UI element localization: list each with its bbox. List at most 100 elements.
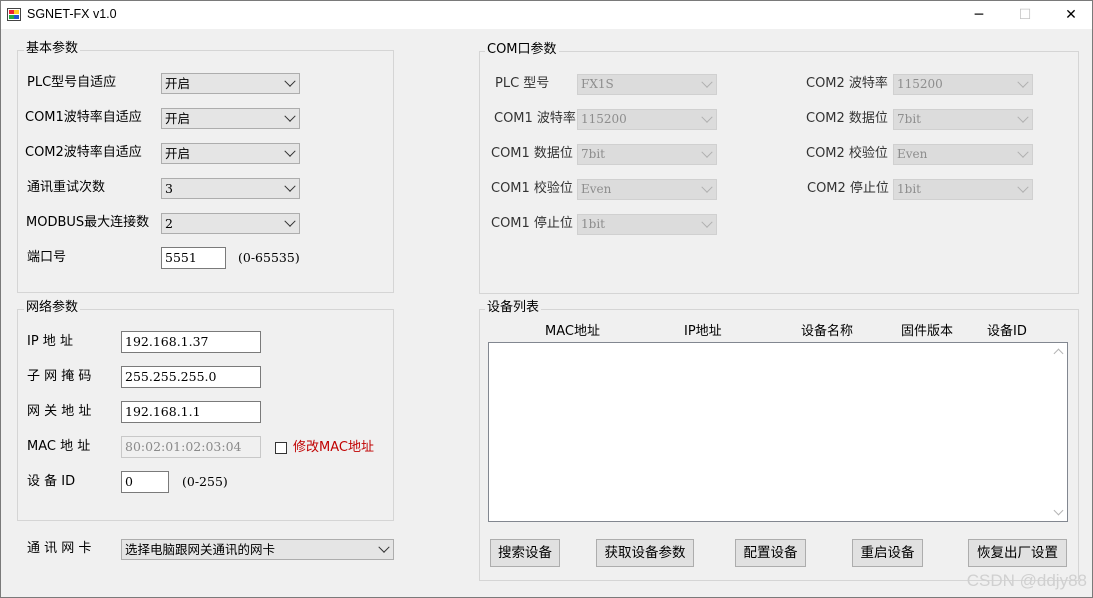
col-header-ip[interactable]: IP地址 <box>684 320 722 339</box>
chevron-down-icon <box>378 541 390 553</box>
retry-value: 3 <box>165 181 173 196</box>
col-header-firmware[interactable]: 固件版本 <box>901 320 953 339</box>
port-range: (0-65535) <box>238 250 300 265</box>
chevron-down-icon <box>284 180 296 192</box>
modbus-value: 2 <box>165 216 173 231</box>
modbus-select[interactable]: 2 <box>161 213 300 234</box>
get-device-params-button[interactable]: 获取设备参数 <box>596 539 694 567</box>
col-header-device-id[interactable]: 设备ID <box>987 320 1027 339</box>
close-icon: ✕ <box>1065 7 1077 23</box>
modify-mac-checkbox[interactable] <box>275 442 287 454</box>
gateway-label: 网 关 地 址 <box>27 404 92 419</box>
com1-parity-label: COM1 校验位 <box>491 181 573 196</box>
minimize-button[interactable]: ─ <box>956 1 1002 29</box>
plc-adapt-select[interactable]: 开启 <box>161 73 300 94</box>
com1-data-value: 7bit <box>581 147 605 161</box>
col-header-mac[interactable]: MAC地址 <box>545 320 600 339</box>
restart-device-button[interactable]: 重启设备 <box>852 539 923 567</box>
device-list[interactable] <box>488 342 1068 522</box>
chevron-down-icon <box>284 215 296 227</box>
chevron-down-icon <box>284 145 296 157</box>
network-params-title: 网络参数 <box>24 300 81 316</box>
chevron-down-icon <box>1017 111 1029 123</box>
minimize-icon: ─ <box>974 7 984 23</box>
chevron-down-icon <box>701 111 713 123</box>
com2-data-label: COM2 数据位 <box>806 111 888 126</box>
chevron-down-icon <box>284 110 296 122</box>
plc-type-value: FX1S <box>581 77 614 91</box>
basic-params-title: 基本参数 <box>24 41 81 57</box>
chevron-down-icon <box>701 76 713 88</box>
main-window: SGNET-FX v1.0 ─ ☐ ✕ 基本参数 PLC型号自适应 开启 COM… <box>0 0 1093 598</box>
plc-type-label: PLC 型号 <box>495 76 550 91</box>
window-title: SGNET-FX v1.0 <box>27 7 117 21</box>
configure-device-button[interactable]: 配置设备 <box>735 539 806 567</box>
search-devices-button[interactable]: 搜索设备 <box>490 539 560 567</box>
plc-type-select: FX1S <box>577 74 717 95</box>
col-header-name[interactable]: 设备名称 <box>801 320 853 339</box>
mask-input[interactable]: 255.255.255.0 <box>121 366 261 388</box>
vertical-scrollbar[interactable] <box>1050 343 1067 521</box>
device-id-label: 设 备 ID <box>27 474 76 489</box>
com1-stop-select: 1bit <box>577 214 717 235</box>
com2-adapt-select[interactable]: 开启 <box>161 143 300 164</box>
chevron-down-icon <box>701 216 713 228</box>
com1-baud-select: 115200 <box>577 109 717 130</box>
com1-adapt-label: COM1波特率自适应 <box>25 110 142 125</box>
com1-stop-value: 1bit <box>581 217 605 231</box>
nic-label: 通 讯 网 卡 <box>27 541 92 556</box>
com2-parity-label: COM2 校验位 <box>806 146 888 161</box>
com2-adapt-value: 开启 <box>165 146 191 161</box>
com2-baud-select: 115200 <box>893 74 1033 95</box>
scroll-up-icon[interactable] <box>1053 348 1064 359</box>
factory-reset-button[interactable]: 恢复出厂设置 <box>968 539 1067 567</box>
mac-input: 80:02:01:02:03:04 <box>121 436 261 458</box>
com1-parity-select: Even <box>577 179 717 200</box>
plc-adapt-label: PLC型号自适应 <box>27 75 117 90</box>
maximize-button: ☐ <box>1002 1 1048 29</box>
retry-label: 通讯重试次数 <box>27 180 106 195</box>
com1-stop-label: COM1 停止位 <box>491 216 573 231</box>
port-input[interactable]: 5551 <box>161 247 226 269</box>
modbus-label: MODBUS最大连接数 <box>26 215 150 230</box>
mask-label: 子 网 掩 码 <box>27 369 92 384</box>
watermark: CSDN @ddjy88 <box>966 571 1087 590</box>
com1-baud-label: COM1 波特率 <box>494 111 576 126</box>
com2-data-value: 7bit <box>897 112 921 126</box>
com1-data-select: 7bit <box>577 144 717 165</box>
com2-adapt-label: COM2波特率自适应 <box>25 145 142 160</box>
com2-baud-label: COM2 波特率 <box>806 76 888 91</box>
ip-input[interactable]: 192.168.1.37 <box>121 331 261 353</box>
com-params-title: COM口参数 <box>485 42 559 58</box>
plc-adapt-value: 开启 <box>165 76 191 91</box>
device-list-title: 设备列表 <box>485 300 542 316</box>
com1-baud-value: 115200 <box>581 112 627 126</box>
retry-select[interactable]: 3 <box>161 178 300 199</box>
com2-stop-select: 1bit <box>893 179 1033 200</box>
com2-baud-value: 115200 <box>897 77 943 91</box>
chevron-down-icon <box>1017 76 1029 88</box>
gateway-input[interactable]: 192.168.1.1 <box>121 401 261 423</box>
chevron-down-icon <box>284 75 296 87</box>
nic-value: 选择电脑跟网关通讯的网卡 <box>125 542 276 557</box>
modify-mac-label[interactable]: 修改MAC地址 <box>293 439 374 457</box>
chevron-down-icon <box>701 181 713 193</box>
chevron-down-icon <box>1017 181 1029 193</box>
com1-parity-value: Even <box>581 182 612 196</box>
com2-stop-label: COM2 停止位 <box>807 181 889 196</box>
com1-adapt-select[interactable]: 开启 <box>161 108 300 129</box>
mac-label: MAC 地 址 <box>27 439 91 454</box>
ip-label: IP 地 址 <box>27 334 73 349</box>
title-bar[interactable]: SGNET-FX v1.0 ─ ☐ ✕ <box>1 1 1092 29</box>
device-id-input[interactable]: 0 <box>121 471 169 493</box>
nic-select[interactable]: 选择电脑跟网关通讯的网卡 <box>121 539 394 560</box>
com2-parity-value: Even <box>897 147 928 161</box>
close-button[interactable]: ✕ <box>1048 1 1093 29</box>
com1-adapt-value: 开启 <box>165 111 191 126</box>
app-icon <box>7 8 21 21</box>
scroll-down-icon[interactable] <box>1053 505 1064 516</box>
chevron-down-icon <box>701 146 713 158</box>
com2-stop-value: 1bit <box>897 182 921 196</box>
chevron-down-icon <box>1017 146 1029 158</box>
device-id-range: (0-255) <box>182 474 228 489</box>
